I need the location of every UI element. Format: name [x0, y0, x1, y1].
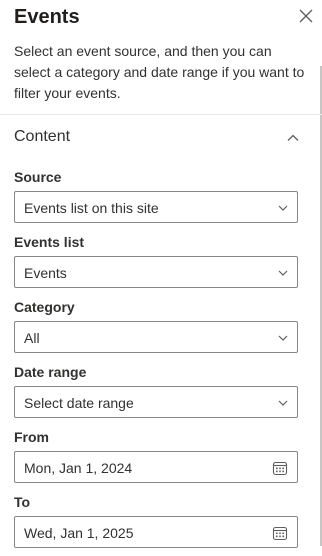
category-dropdown[interactable]: All: [14, 321, 298, 353]
close-icon[interactable]: [298, 8, 314, 24]
divider: [0, 114, 322, 115]
from-date-picker[interactable]: Mon, Jan 1, 2024: [14, 451, 298, 483]
date-range-dropdown[interactable]: Select date range: [14, 386, 298, 418]
date-range-label: Date range: [14, 364, 87, 380]
source-label: Source: [14, 169, 62, 185]
calendar-icon[interactable]: [272, 460, 288, 476]
section-title: Content: [14, 128, 71, 145]
chevron-up-icon: [287, 134, 299, 141]
chevron-down-icon: [278, 270, 288, 276]
calendar-icon[interactable]: [272, 525, 288, 541]
to-date-value: Wed, Jan 1, 2025: [24, 525, 134, 541]
panel-title: Events: [14, 6, 80, 28]
to-label: To: [14, 494, 31, 510]
to-date-picker[interactable]: Wed, Jan 1, 2025: [14, 516, 298, 548]
from-label: From: [14, 429, 49, 445]
chevron-down-icon: [278, 400, 288, 406]
source-value: Events list on this site: [24, 200, 159, 216]
events-list-label: Events list: [14, 234, 85, 250]
from-date-value: Mon, Jan 1, 2024: [24, 460, 133, 476]
source-dropdown[interactable]: Events list on this site: [14, 191, 298, 223]
panel-header: Events: [14, 4, 322, 30]
content-section-header[interactable]: Content: [14, 126, 306, 150]
date-range-value: Select date range: [24, 395, 134, 411]
category-value: All: [24, 330, 40, 346]
events-list-value: Events: [24, 265, 67, 281]
events-list-dropdown[interactable]: Events: [14, 256, 298, 288]
panel-description: Select an event source, and then you can…: [14, 43, 305, 101]
category-label: Category: [14, 299, 75, 315]
chevron-down-icon: [278, 335, 288, 341]
events-panel: Events Select an event source, and then …: [0, 0, 322, 556]
chevron-down-icon: [278, 205, 288, 211]
